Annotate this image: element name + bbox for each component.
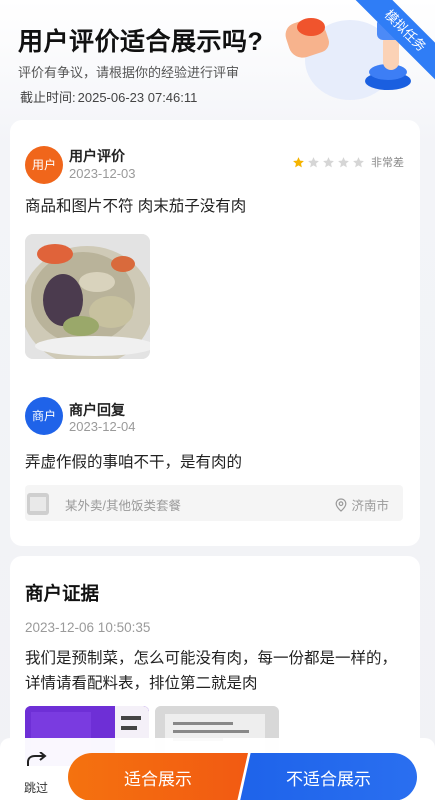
location-pin-icon <box>336 497 347 512</box>
shop-name: 某外卖/其他饭类套餐 <box>65 499 181 513</box>
deadline-label: 截止时间: <box>20 90 76 105</box>
evidence-time: 2023-12-06 10:50:35 <box>25 620 151 635</box>
shop-info[interactable]: 某外卖/其他饭类套餐 济南市 <box>25 485 403 521</box>
rating-label: 非常差 <box>371 157 404 169</box>
shop-thumbnail <box>27 493 49 515</box>
review-card: 用户 用户评价 2023-12-03 非常差 商品和图片不符 肉末茄子没有肉 商… <box>10 120 420 546</box>
unsuitable-button[interactable]: 不适合展示 <box>240 753 417 800</box>
star-filled-icon <box>293 156 304 167</box>
star-empty-icon <box>308 156 319 167</box>
bottom-action-bar: 跳过 适合展示 不适合展示 <box>0 738 435 800</box>
star-empty-icon <box>323 156 334 167</box>
review-food-photo[interactable] <box>25 234 150 359</box>
merchant-reply-date: 2023-12-04 <box>69 419 136 434</box>
shop-location: 济南市 <box>334 495 389 514</box>
deadline-value: 2025-06-23 07:46:11 <box>77 90 198 105</box>
review-text: 商品和图片不符 肉末茄子没有肉 <box>25 198 247 215</box>
star-rating: 非常差 <box>292 154 404 170</box>
reviewer-name: 用户评价 <box>69 148 125 164</box>
user-avatar: 用户 <box>25 146 63 184</box>
skip-label: 跳过 <box>23 781 48 795</box>
page-header: 用户评价适合展示吗? 评价有争议，请根据你的经验进行评审 截止时间: 2025-0… <box>0 0 435 118</box>
merchant-avatar: 商户 <box>25 397 63 435</box>
merchant-reply-name: 商户回复 <box>69 402 125 418</box>
page-title: 用户评价适合展示吗? <box>18 28 264 56</box>
skip-button[interactable]: 跳过 <box>16 751 56 796</box>
hero-illustration: 模拟任务 <box>265 0 435 110</box>
review-date: 2023-12-03 <box>69 166 136 181</box>
star-empty-icon <box>353 156 364 167</box>
deadline: 截止时间: 2025-06-23 07:46:11 <box>18 87 197 106</box>
stars <box>292 156 367 169</box>
suitable-button[interactable]: 适合展示 <box>68 753 248 800</box>
evidence-title: 商户证据 <box>25 583 100 604</box>
shop-city: 济南市 <box>351 499 389 513</box>
skip-icon <box>27 751 47 766</box>
evidence-text: 我们是预制菜，怎么可能没有肉，每一份都是一样的，详情请看配料表，排位第二就是肉 <box>25 650 398 692</box>
star-empty-icon <box>338 156 349 167</box>
page-subtitle: 评价有争议，请根据你的经验进行评审 <box>18 65 240 80</box>
merchant-reply-text: 弄虚作假的事咱不干，是有肉的 <box>25 454 243 471</box>
